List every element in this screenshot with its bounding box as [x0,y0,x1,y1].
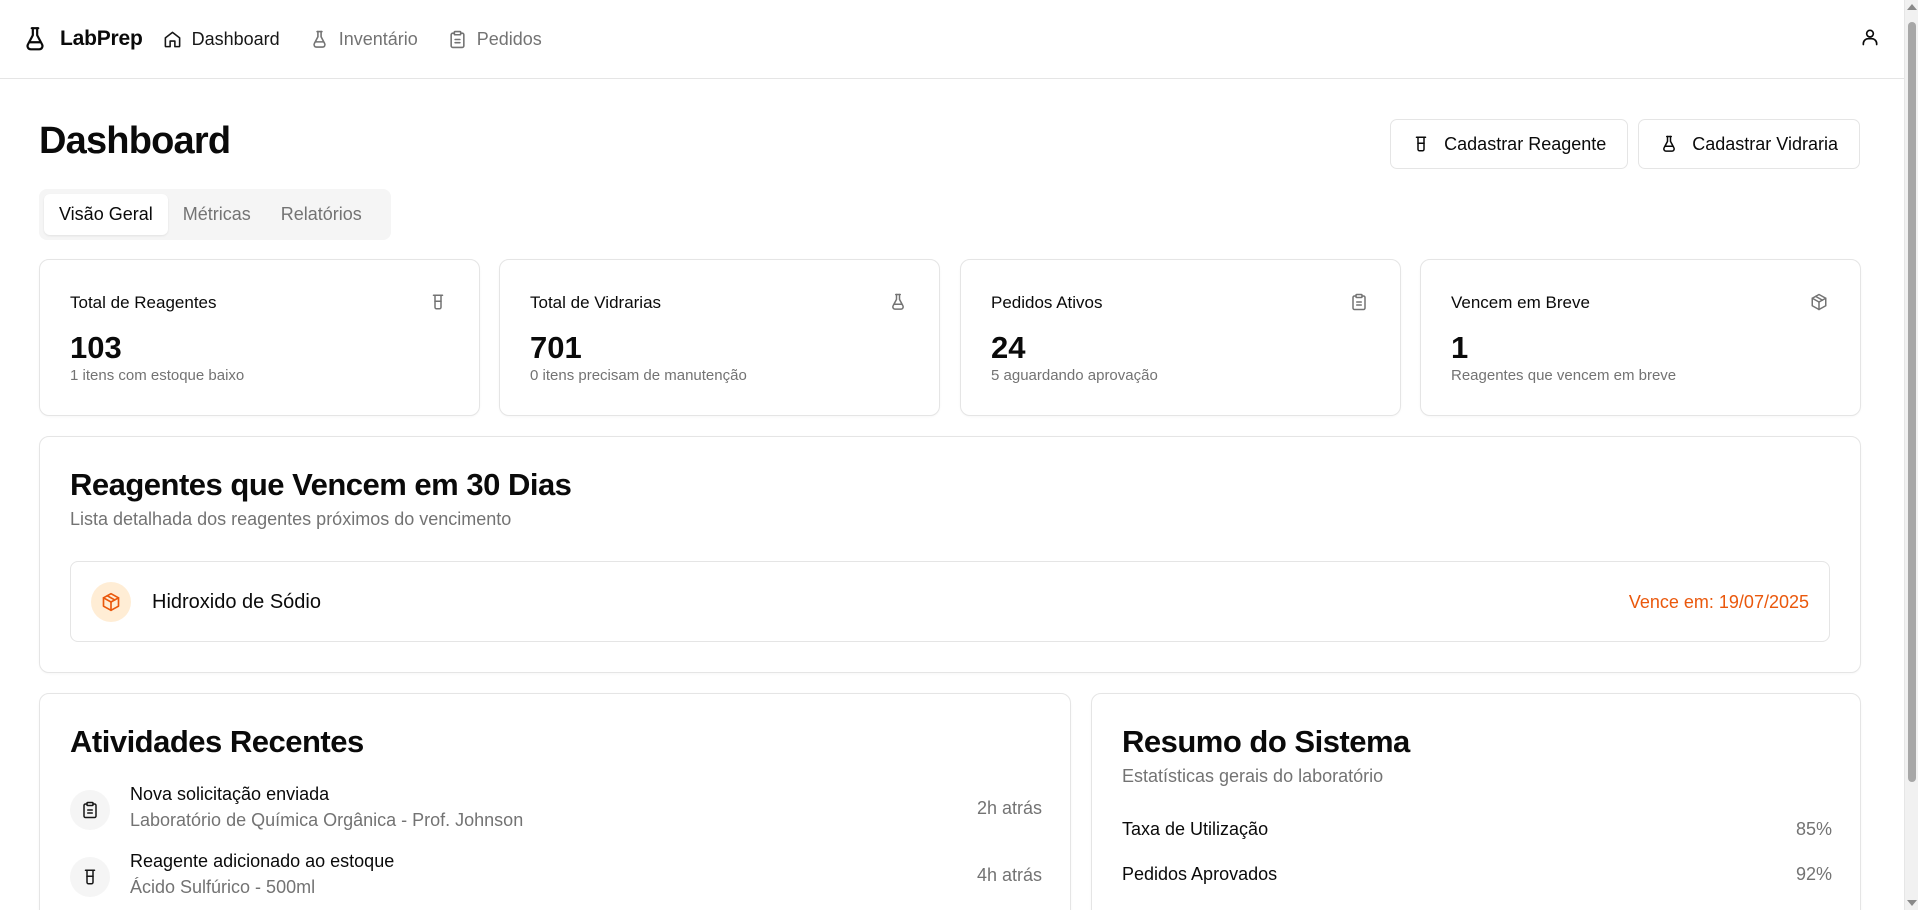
page-title: Dashboard [39,120,231,162]
stat-label: Total de Reagentes [70,293,217,312]
top-navbar: LabPrep Dashboard Inventário Pedidos [0,0,1904,79]
stat-label: Pedidos Ativos [991,293,1103,312]
stat-value: 701 [530,330,582,365]
beaker-icon [429,293,447,311]
activity-item[interactable]: Nova solicitação enviada Laboratório de … [70,784,1042,844]
stat-value: 24 [991,330,1026,365]
flask-icon [310,30,329,49]
expiring-reagents-card: Reagentes que Vencem em 30 Dias Lista de… [39,436,1861,673]
section-description: Estatísticas gerais do laboratório [1122,766,1384,786]
home-icon [163,30,182,49]
stat-subtitle: 1 itens com estoque baixo [70,367,245,384]
system-summary-card: Resumo do Sistema Estatísticas gerais do… [1091,693,1861,910]
package-icon [1810,293,1828,311]
vertical-scrollbar[interactable] [1904,0,1918,910]
activity-item[interactable]: Reagente adicionado ao estoque Ácido Sul… [70,851,1042,910]
nav-item-label: Pedidos [476,28,542,49]
expiring-item-date: Vence em: 19/07/2025 [1628,592,1809,612]
register-reagent-button[interactable]: Cadastrar Reagente [1390,119,1629,169]
register-glassware-button[interactable]: Cadastrar Vidraria [1638,119,1860,169]
activity-subtitle: Ácido Sulfúrico - 500ml [130,877,316,897]
clipboard-icon [1350,293,1368,311]
header-actions: Cadastrar Reagente Cadastrar Vidraria [1390,119,1860,169]
nav-item-label: Inventário [338,28,418,49]
activity-title: Reagente adicionado ao estoque [130,851,395,871]
nav-item-label: Dashboard [191,28,280,49]
scrollbar-thumb[interactable] [1908,22,1916,782]
stat-label: Total de Vidrarias [530,293,662,312]
summary-label: Taxa de Utilização [1122,819,1269,839]
stat-card-reagents: Total de Reagentes 103 1 itens com estoq… [39,259,480,416]
tab-overview[interactable]: Visão Geral [44,194,168,235]
section-title: Resumo do Sistema [1122,724,1410,759]
recent-activities-card: Atividades Recentes Nova solicitação env… [39,693,1071,910]
section-description: Lista detalhada dos reagentes próximos d… [70,509,512,529]
flask-icon [22,26,48,52]
scroll-down-arrow-icon[interactable] [1907,900,1917,906]
stat-value: 1 [1451,330,1469,365]
beaker-icon [1412,135,1430,153]
activity-time: 4h atrás [976,865,1042,885]
beaker-icon [70,857,110,897]
brand-name: LabPrep [60,27,143,50]
expiring-item[interactable]: Hidroxido de Sódio Vence em: 19/07/2025 [70,561,1830,642]
user-menu-button[interactable] [1860,27,1880,47]
tab-reports[interactable]: Relatórios [266,194,377,235]
stat-subtitle: 0 itens precisam de manutenção [530,367,747,384]
user-icon [1860,27,1880,47]
summary-value: 92% [1795,864,1832,884]
scroll-up-arrow-icon[interactable] [1907,4,1917,10]
button-label: Cadastrar Reagente [1444,133,1607,154]
button-label: Cadastrar Vidraria [1692,133,1838,154]
flask-icon [1660,135,1678,153]
stat-subtitle: Reagentes que vencem em breve [1451,367,1677,384]
dashboard-tabs: Visão Geral Métricas Relatórios [39,189,391,240]
expiring-item-name: Hidroxido de Sódio [152,591,321,613]
clipboard-icon [448,30,467,49]
summary-row: Pedidos Aprovados 92% [1122,864,1832,888]
summary-value: 85% [1795,819,1832,839]
section-title: Reagentes que Vencem em 30 Dias [70,467,572,502]
summary-row: Taxa de Utilização 85% [1122,819,1832,843]
nav-item-orders[interactable]: Pedidos [448,29,542,50]
activity-time: 2h atrás [976,798,1042,818]
stat-label: Vencem em Breve [1451,293,1590,312]
summary-label: Pedidos Aprovados [1122,864,1278,884]
nav-item-dashboard[interactable]: Dashboard [163,29,280,50]
flask-icon [889,293,907,311]
package-icon [91,582,131,622]
tab-metrics[interactable]: Métricas [168,194,266,235]
clipboard-icon [70,790,110,830]
stat-card-orders: Pedidos Ativos 24 5 aguardando aprovação [960,259,1401,416]
activity-title: Nova solicitação enviada [130,784,330,804]
stat-subtitle: 5 aguardando aprovação [991,367,1158,384]
activity-subtitle: Laboratório de Química Orgânica - Prof. … [130,810,524,830]
app-root: LabPrep Dashboard Inventário Pedidos Das… [0,0,1918,910]
stat-card-glassware: Total de Vidrarias 701 0 itens precisam … [499,259,940,416]
nav-item-inventory[interactable]: Inventário [310,29,418,50]
stat-card-expiring: Vencem em Breve 1 Reagentes que vencem e… [1420,259,1861,416]
stat-value: 103 [70,330,122,365]
section-title: Atividades Recentes [70,724,364,759]
brand[interactable]: LabPrep [22,26,143,52]
